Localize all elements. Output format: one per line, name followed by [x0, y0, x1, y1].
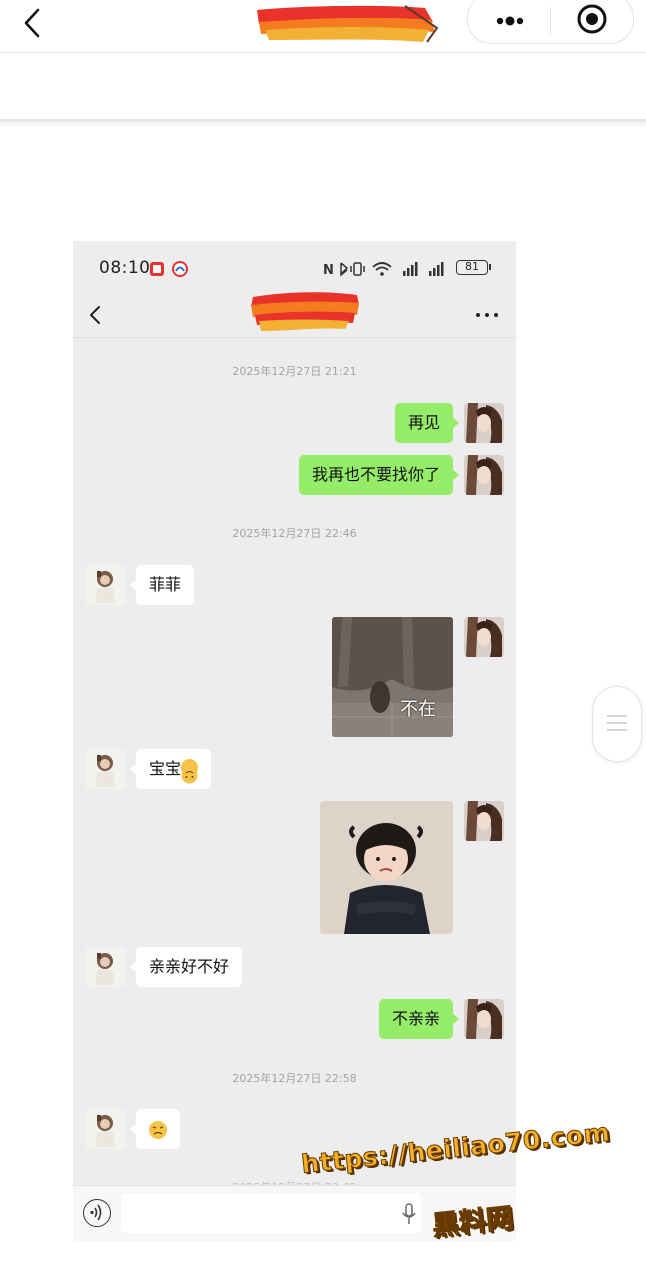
- target-circle-icon[interactable]: [576, 3, 608, 35]
- header-strip: [0, 53, 646, 122]
- message-timestamp: 2025年12月27日 22:46: [232, 527, 357, 540]
- redacted-title-scribble: [257, 5, 439, 43]
- contact-message-bubble[interactable]: 亲亲好不好: [129, 947, 243, 987]
- contact-avatar[interactable]: [85, 749, 125, 789]
- my-avatar-image: [464, 455, 504, 495]
- capsule-menu: [467, 0, 634, 44]
- sad-face-emoji-icon: [149, 1121, 167, 1139]
- my-avatar[interactable]: [464, 999, 504, 1039]
- microphone-icon[interactable]: [402, 1203, 416, 1225]
- my-sticker-image[interactable]: [320, 801, 453, 934]
- contact-avatar-image: [85, 1109, 125, 1149]
- notification-icons: [150, 261, 188, 277]
- my-avatar-image: [464, 999, 504, 1039]
- status-time: 08:10: [99, 258, 151, 278]
- status-bar: 08:10 N 81: [73, 241, 516, 293]
- contact-avatar[interactable]: [85, 1109, 125, 1149]
- my-avatar[interactable]: [464, 617, 504, 657]
- message-text: 宝宝: [149, 759, 182, 778]
- chevron-left-icon[interactable]: [18, 6, 48, 40]
- message-input[interactable]: [121, 1193, 421, 1233]
- outer-header: [0, 0, 646, 53]
- my-sticker-image[interactable]: 不在: [332, 617, 453, 737]
- contact-message-bubble[interactable]: 宝宝: [129, 749, 212, 789]
- contact-avatar-image: [85, 749, 125, 789]
- upside-down-face-icon: [181, 759, 199, 784]
- more-dots-icon[interactable]: [490, 7, 530, 35]
- my-avatar[interactable]: [464, 455, 504, 495]
- side-menu-handle[interactable]: [592, 686, 642, 762]
- sticker-child-image: [320, 801, 453, 934]
- chevron-left-icon[interactable]: [87, 303, 103, 327]
- contact-avatar-image: [85, 565, 125, 605]
- contact-emoji-bubble[interactable]: [130, 1109, 180, 1149]
- contact-avatar[interactable]: [85, 947, 125, 987]
- my-avatar-image: [464, 617, 504, 657]
- contact-avatar[interactable]: [85, 565, 125, 605]
- message-timestamp: 2025年12月27日 22:58: [232, 1072, 357, 1085]
- sticker-caption: 不在: [400, 699, 436, 720]
- battery-indicator: 81: [456, 260, 488, 275]
- ellipsis-icon[interactable]: [475, 311, 499, 319]
- capsule-divider: [550, 7, 551, 35]
- redacted-chat-title-scribble: [251, 292, 359, 331]
- battery-tip: [489, 264, 491, 270]
- my-message-bubble[interactable]: 不亲亲: [378, 999, 460, 1039]
- contact-message-bubble[interactable]: 菲菲: [129, 565, 195, 605]
- phone-screenshot: 08:10 N 81 2025年12月27日 21:21 再见 我再也不要找你了…: [73, 241, 516, 1241]
- my-avatar[interactable]: [464, 801, 504, 841]
- message-timestamp: 2025年12月27日 21:21: [232, 365, 357, 378]
- my-message-bubble[interactable]: 再见: [394, 403, 460, 443]
- voice-input-icon[interactable]: [83, 1199, 111, 1227]
- my-avatar-image: [464, 403, 504, 443]
- my-avatar[interactable]: [464, 403, 504, 443]
- my-avatar-image: [464, 801, 504, 841]
- chat-nav-bar: [73, 292, 516, 338]
- svg-text:N: N: [323, 263, 334, 278]
- contact-avatar-image: [85, 947, 125, 987]
- my-message-bubble[interactable]: 我再也不要找你了: [298, 455, 460, 495]
- menu-lines-icon: [607, 715, 627, 731]
